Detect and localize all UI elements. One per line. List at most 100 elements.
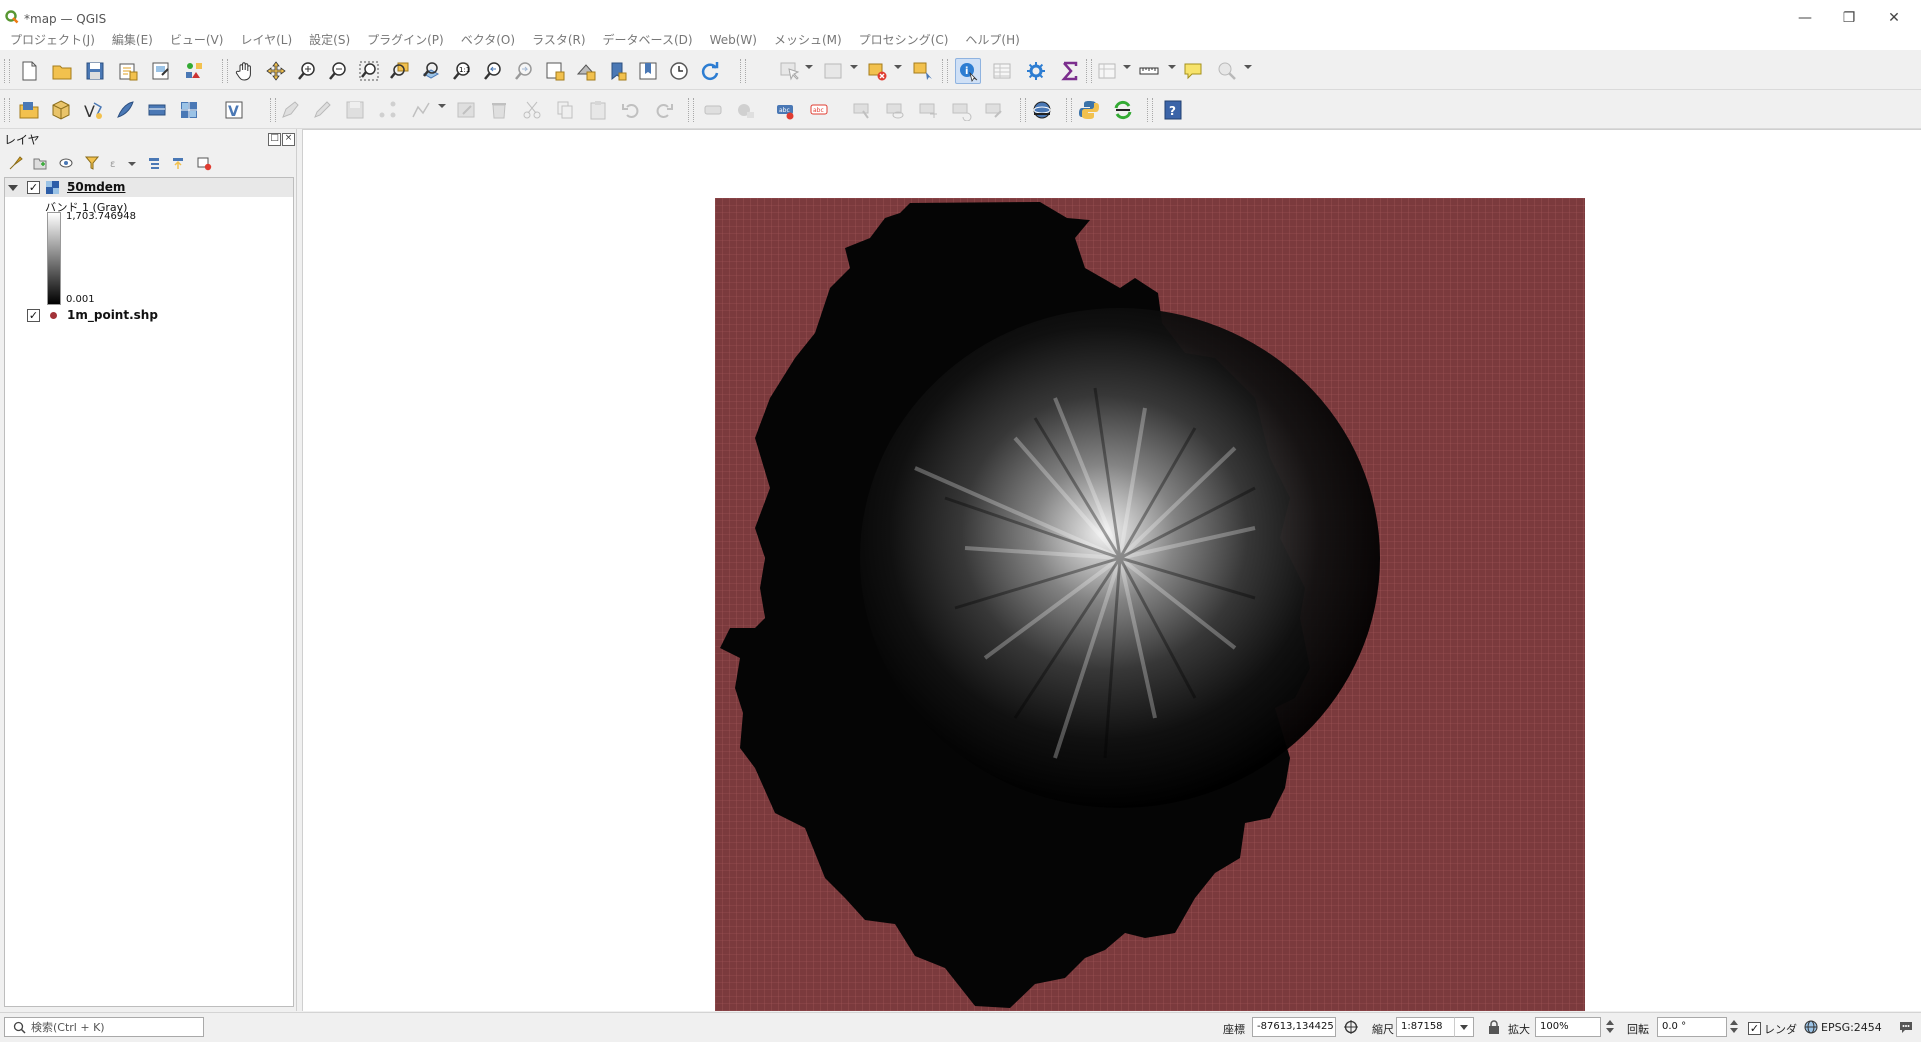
remove-layer-icon[interactable] xyxy=(194,154,214,172)
menu-vector[interactable]: ベクタ(O) xyxy=(451,30,522,50)
filter-legend-icon[interactable] xyxy=(82,154,102,172)
magnifier-field[interactable]: 100% xyxy=(1535,1017,1601,1037)
zoom-out-icon[interactable] xyxy=(325,58,351,84)
move-label-icon[interactable] xyxy=(915,97,941,123)
menu-layer[interactable]: レイヤ(L) xyxy=(230,30,299,50)
annotation-icon[interactable] xyxy=(1214,58,1240,84)
rotate-label-icon[interactable] xyxy=(948,97,974,123)
measure-dropdown-caret[interactable] xyxy=(1168,65,1176,69)
annotation-dropdown-caret[interactable] xyxy=(1244,65,1252,69)
zoom-in-icon[interactable] xyxy=(294,58,320,84)
layer-row-50mdem[interactable]: ✓ 50mdem xyxy=(5,178,293,197)
menu-processing[interactable]: プロセシング(C) xyxy=(849,30,956,50)
redo-icon[interactable] xyxy=(651,97,677,123)
toolbar-grip[interactable] xyxy=(4,98,10,122)
new-shapefile-layer-icon[interactable]: V xyxy=(80,97,106,123)
collapse-arrow-icon[interactable] xyxy=(8,185,18,191)
zoom-last-icon[interactable] xyxy=(480,58,506,84)
magnifier-spinner[interactable] xyxy=(1604,1017,1616,1037)
restore-icon[interactable]: ❐ xyxy=(1829,6,1869,30)
rotation-field[interactable]: 0.0 ° xyxy=(1657,1017,1727,1037)
show-hide-labels-icon[interactable] xyxy=(882,97,908,123)
paste-features-icon[interactable] xyxy=(585,97,611,123)
print-layout-icon[interactable] xyxy=(115,58,141,84)
locator-bar[interactable] xyxy=(4,1017,204,1037)
add-label-icon[interactable]: abc xyxy=(772,97,798,123)
rule-label-icon[interactable] xyxy=(733,97,759,123)
add-virtual-layer-icon[interactable] xyxy=(144,97,170,123)
field-calculator-icon[interactable] xyxy=(1094,58,1120,84)
menu-help[interactable]: ヘルプ(H) xyxy=(955,30,1026,50)
crs-globe-icon[interactable] xyxy=(1803,1019,1819,1035)
menu-plugins[interactable]: プラグイン(P) xyxy=(357,30,451,50)
delete-selected-icon[interactable] xyxy=(486,97,512,123)
toolbar-grip[interactable] xyxy=(1020,98,1026,122)
edit-pencil-icon[interactable] xyxy=(309,97,335,123)
change-label-icon[interactable] xyxy=(981,97,1007,123)
menu-project[interactable]: プロジェクト(J) xyxy=(0,30,102,50)
measure-icon[interactable] xyxy=(1136,58,1162,84)
modify-attributes-icon[interactable] xyxy=(453,97,479,123)
open-project-icon[interactable] xyxy=(49,58,75,84)
save-edits-icon[interactable] xyxy=(342,97,368,123)
attribute-table-icon[interactable] xyxy=(989,58,1015,84)
temporal-controller-icon[interactable] xyxy=(666,58,692,84)
pin-labels-icon[interactable] xyxy=(849,97,875,123)
select-dropdown-caret[interactable] xyxy=(805,65,813,69)
label-icon[interactable] xyxy=(700,97,726,123)
field-calc-dropdown-caret[interactable] xyxy=(1123,65,1131,69)
render-checkbox[interactable]: ✓ xyxy=(1748,1022,1761,1035)
add-wms-layer-icon[interactable] xyxy=(176,97,202,123)
collapse-all-icon[interactable] xyxy=(168,154,188,172)
layer-visibility-checkbox[interactable]: ✓ xyxy=(27,309,40,322)
add-group-icon[interactable] xyxy=(30,154,50,172)
menu-raster[interactable]: ラスタ(R) xyxy=(522,30,592,50)
filter-by-expression-icon[interactable]: ε xyxy=(106,154,126,172)
copy-features-icon[interactable] xyxy=(552,97,578,123)
toggle-extents-icon[interactable] xyxy=(1343,1019,1359,1035)
lock-scale-icon[interactable] xyxy=(1486,1019,1502,1035)
zoom-to-selection-icon[interactable] xyxy=(387,58,413,84)
zoom-full-icon[interactable] xyxy=(356,58,382,84)
rotation-spinner[interactable] xyxy=(1728,1017,1740,1037)
toolbar-grip[interactable] xyxy=(1086,59,1092,83)
toolbar-grip[interactable] xyxy=(740,59,746,83)
select-value-dropdown-caret[interactable] xyxy=(850,65,858,69)
refresh-icon[interactable] xyxy=(697,58,723,84)
toolbar-grip[interactable] xyxy=(222,59,228,83)
toolbar-grip[interactable] xyxy=(1147,98,1153,122)
minimize-icon[interactable]: — xyxy=(1785,6,1825,30)
toolbar-grip[interactable] xyxy=(942,59,948,83)
new-spatialite-layer-icon[interactable] xyxy=(112,97,138,123)
select-location-icon[interactable] xyxy=(909,58,935,84)
add-feature-icon[interactable] xyxy=(408,97,434,123)
zoom-next-icon[interactable] xyxy=(511,58,537,84)
qgis-globe-icon[interactable] xyxy=(1029,97,1055,123)
menu-settings[interactable]: 設定(S) xyxy=(299,30,357,50)
messages-icon[interactable] xyxy=(1898,1019,1914,1035)
new-map-view-icon[interactable] xyxy=(542,58,568,84)
filter-expression-dropdown-caret[interactable] xyxy=(128,162,136,166)
help-icon[interactable]: ? xyxy=(1160,97,1186,123)
deselect-all-icon[interactable] xyxy=(864,58,890,84)
scale-dropdown[interactable] xyxy=(1454,1017,1474,1037)
toolbar-grip[interactable] xyxy=(4,59,10,83)
select-by-value-icon[interactable] xyxy=(820,58,846,84)
close-panel-icon[interactable]: × xyxy=(282,133,295,146)
menu-mesh[interactable]: メッシュ(M) xyxy=(764,30,849,50)
new-project-icon[interactable] xyxy=(16,58,42,84)
zoom-native-icon[interactable]: 1:1 xyxy=(449,58,475,84)
float-panel-icon[interactable]: □ xyxy=(268,133,281,146)
layer-visibility-checkbox[interactable]: ✓ xyxy=(27,181,40,194)
data-source-manager-icon[interactable] xyxy=(16,97,42,123)
menu-database[interactable]: データベース(D) xyxy=(593,30,700,50)
menu-view[interactable]: ビュー(V) xyxy=(160,30,231,50)
coordinate-field[interactable]: -87613,134425 xyxy=(1252,1017,1336,1037)
menu-web[interactable]: Web(W) xyxy=(700,30,764,50)
deselect-dropdown-caret[interactable] xyxy=(894,65,902,69)
new-3d-view-icon[interactable] xyxy=(573,58,599,84)
new-bookmark-icon[interactable] xyxy=(604,58,630,84)
toolbar-grip[interactable] xyxy=(1066,98,1072,122)
statistics-icon[interactable] xyxy=(1057,58,1083,84)
save-project-icon[interactable] xyxy=(82,58,108,84)
